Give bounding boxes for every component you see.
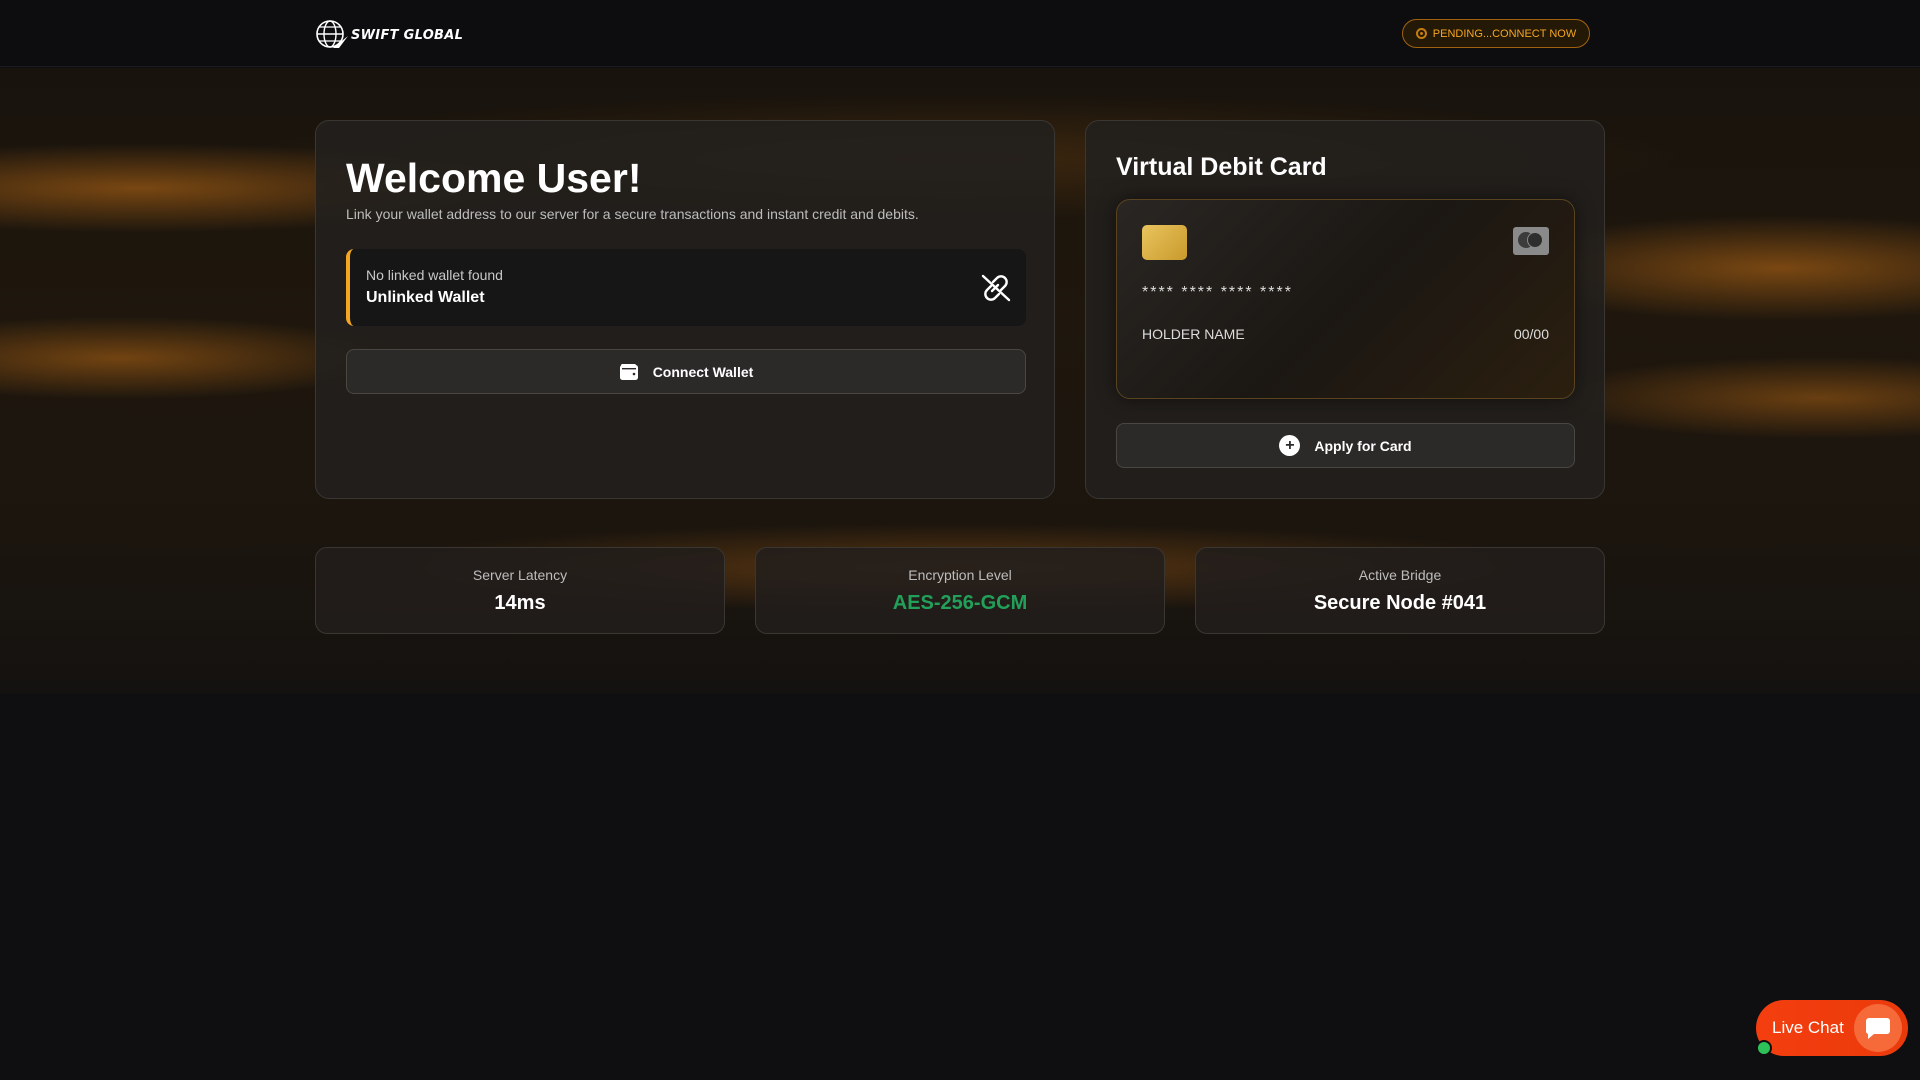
stat-active-bridge: Active Bridge Secure Node #041 <box>1195 547 1605 634</box>
connection-status-badge[interactable]: PENDING...CONNECT NOW <box>1402 19 1590 48</box>
mastercard-icon <box>1513 227 1549 255</box>
welcome-subtitle: Link your wallet address to our server f… <box>346 206 919 222</box>
welcome-panel: Welcome User! Link your wallet address t… <box>315 120 1055 499</box>
card-number: **** **** **** **** <box>1142 284 1293 301</box>
apply-for-card-label: Apply for Card <box>1314 437 1412 454</box>
top-navbar: SWIFT GLOBAL PENDING...CONNECT NOW <box>0 0 1920 67</box>
stat-value: AES-256-GCM <box>892 592 1028 614</box>
status-indicator-icon <box>1415 28 1427 39</box>
brand-logo[interactable]: SWIFT GLOBAL <box>315 18 463 52</box>
connect-wallet-button[interactable]: Connect Wallet <box>346 349 1026 394</box>
stat-label: Server Latency <box>472 567 568 583</box>
stat-encryption-level: Encryption Level AES-256-GCM <box>755 547 1165 634</box>
online-status-icon <box>1756 1040 1772 1056</box>
chat-bubble-icon <box>1854 1004 1902 1052</box>
status-label: PENDING...CONNECT NOW <box>1432 27 1577 40</box>
virtual-card-panel: Virtual Debit Card **** **** **** **** H… <box>1085 120 1605 499</box>
plus-circle-icon: + <box>1279 435 1301 456</box>
wallet-status-box: No linked wallet found Unlinked Wallet <box>346 249 1026 326</box>
apply-for-card-button[interactable]: + Apply for Card <box>1116 423 1575 468</box>
wallet-status-title: Unlinked Wallet <box>366 289 485 306</box>
stat-value: Secure Node #041 <box>1313 592 1487 614</box>
wallet-icon <box>619 363 638 380</box>
unlink-icon <box>981 274 1011 302</box>
card-panel-title: Virtual Debit Card <box>1116 153 1327 181</box>
stat-server-latency: Server Latency 14ms <box>315 547 725 634</box>
card-chip-icon <box>1142 225 1187 260</box>
globe-logo-icon <box>316 20 348 48</box>
welcome-title: Welcome User! <box>346 155 642 201</box>
virtual-debit-card: **** **** **** **** HOLDER NAME 00/00 <box>1116 199 1575 399</box>
stat-label: Encryption Level <box>908 567 1012 583</box>
connect-wallet-label: Connect Wallet <box>652 363 754 380</box>
stat-value: 14ms <box>494 592 546 614</box>
live-chat-button[interactable]: Live Chat <box>1756 1000 1908 1056</box>
brand-name: SWIFT GLOBAL <box>351 27 464 43</box>
card-holder-name: HOLDER NAME <box>1142 326 1245 342</box>
stat-label: Active Bridge <box>1358 567 1442 583</box>
card-expiry: 00/00 <box>1513 326 1549 342</box>
wallet-status-note: No linked wallet found <box>366 267 503 283</box>
live-chat-label: Live Chat <box>1772 1018 1844 1037</box>
